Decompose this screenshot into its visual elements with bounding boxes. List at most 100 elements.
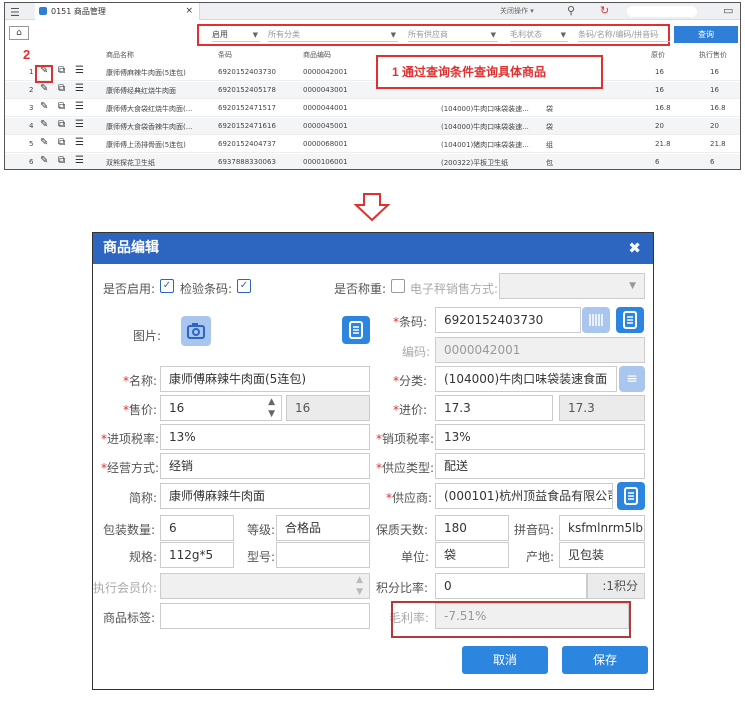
search-icon[interactable]: ⚲ [567,4,575,17]
refresh-icon[interactable]: ↻ [600,4,609,17]
pack-qty-input[interactable]: 6 [160,515,234,541]
table-row[interactable]: 2 康师傅经典红烧牛肉面 6920152405178 0000043001 16 16 ✎ ⧉… [5,82,740,99]
detail-icon[interactable]: ☰ [75,155,84,166]
document-icon[interactable] [342,316,370,344]
pencil-icon[interactable]: ✎ [40,137,48,148]
price: 16 [655,68,664,76]
status-select-value: 启用 [212,30,228,39]
supplier-select[interactable]: 所有供应商 ▼ [408,28,498,42]
document-icon[interactable] [616,307,644,333]
weigh-checkbox[interactable] [391,279,405,293]
origin-input[interactable]: 见包装 [559,542,645,568]
table-row[interactable]: 3 康师傅大食袋红烧牛肉面(... 6920152471517 0000044001 (… [5,100,740,117]
tab-product-management[interactable]: 0151 商品管理 × [35,3,200,20]
shelf-life-input[interactable]: 180 [435,515,509,541]
supplier-input[interactable]: (000101)杭州顶益食品有限公司上海 [435,483,613,509]
price-input[interactable]: 16 ▲ ▼ [160,395,282,421]
copy-icon[interactable]: ⧉ [58,101,65,112]
weigh-label: 是否称重: [334,282,387,296]
short-name-label: 简称: [129,491,158,505]
sale-price: 16 [710,68,719,76]
spec-input[interactable]: 112g*5 [160,542,234,568]
spinner-icon[interactable]: ▲ ▼ [268,396,275,420]
row-number: 2 [29,86,34,94]
category-label-text: 分类: [399,374,428,388]
folder-icon[interactable]: ⌂ [9,26,29,40]
supply-type-input[interactable]: 配送 [435,453,645,479]
copy-icon[interactable]: ⧉ [58,155,65,166]
out-tax-label: *销项税率: [376,430,434,447]
scale-mode-select[interactable]: ▼ [499,273,645,299]
spinner-icon: ▲ ▼ [356,575,363,597]
grade-input[interactable]: 合格品 [276,515,370,541]
price-label: *售价: [123,401,157,418]
detail-icon[interactable]: ☰ [75,101,84,112]
product-name: 康师傅大食袋香辣牛肉面(... [106,123,193,131]
barcode-scan-icon[interactable] [582,307,610,333]
edit-highlight [35,65,53,83]
keyword-search-input[interactable]: 条码/名称/编码/拼音码 [578,28,670,42]
detail-icon[interactable]: ☰ [75,119,84,130]
status-select[interactable]: 启用 ▼ [212,28,260,42]
product-tag-label: 商品标签: [103,611,156,625]
close-icon[interactable]: ✖ [628,233,641,264]
close-actions-menu[interactable]: 关闭操作 ▾ [500,3,534,20]
chevron-down-icon: ▼ [490,31,496,39]
col-price: 原价 [651,51,665,59]
table-row[interactable]: 1 康师傅麻辣牛肉面(5连包) 6920152403730 0000042001 16 1… [5,64,740,81]
table-row[interactable]: 5 康师傅上汤排骨面(5连包) 6920152404737 0000068001 (10… [5,136,740,153]
cost-input[interactable]: 17.3 [435,395,553,421]
origin-label: 产地: [526,550,555,564]
pencil-icon[interactable]: ✎ [40,119,48,130]
barcode-input[interactable]: 6920152403730 [435,307,581,333]
product-tag-input[interactable] [160,603,370,629]
short-name-input[interactable]: 康师傅麻辣牛肉面 [160,483,370,509]
product-code: 0000068001 [303,140,348,148]
detail-icon[interactable]: ☰ [75,137,84,148]
price-value: 16 [169,401,185,415]
save-button[interactable]: 保存 [562,646,648,674]
name-input[interactable]: 康师傅麻辣牛肉面(5连包) [160,366,370,392]
close-icon[interactable]: × [185,3,193,20]
category-select[interactable]: 所有分类 ▼ [268,28,398,42]
category-input[interactable]: (104000)牛肉口味袋装速食面 [435,366,617,392]
name-label-text: 名称: [129,374,158,388]
in-tax-input[interactable]: 13% [160,424,370,450]
camera-icon[interactable] [181,316,211,346]
query-button[interactable]: 查询 [674,26,738,43]
copy-icon[interactable]: ⧉ [58,83,65,94]
pinyin-input[interactable]: ksfmlnrm5lb [559,515,645,541]
enabled-checkbox[interactable]: ✓ [160,279,174,293]
detail-icon[interactable]: ☰ [75,65,84,76]
document-icon[interactable] [617,482,645,510]
cost-readonly: 17.3 [559,395,645,421]
copy-icon[interactable]: ⧉ [58,119,65,130]
pencil-icon[interactable]: ✎ [40,83,48,94]
chevron-down-icon: ▼ [252,31,258,39]
cancel-button[interactable]: 取消 [462,646,548,674]
global-search-box[interactable] [627,6,697,17]
monitor-icon[interactable]: ▭ [723,4,733,17]
check-barcode-checkbox[interactable]: ✓ [237,279,251,293]
table-row[interactable]: 4 康师傅大食袋香辣牛肉面(... 6920152471616 0000045001 (… [5,118,740,135]
biz-mode-label: *经营方式: [101,459,159,476]
list-icon[interactable]: ≡ [619,366,645,392]
biz-mode-input[interactable]: 经销 [160,453,370,479]
unit-input[interactable]: 袋 [435,542,509,568]
points-ratio-input[interactable]: 0 [435,573,587,599]
margin-status-select[interactable]: 毛利状态 ▼ [510,28,568,42]
pinyin-label: 拼音码: [514,523,555,537]
shelf-life-label: 保质天数: [376,523,429,537]
model-input[interactable] [276,542,370,568]
member-price-label: 执行会员价: [93,581,158,595]
detail-icon[interactable]: ☰ [75,83,84,94]
pencil-icon[interactable]: ✎ [40,155,48,166]
table-row[interactable]: 6 双熊探花卫生纸 6937888330063 0000106001 (200322)平… [5,154,740,169]
category-select-value: 所有分类 [268,30,300,39]
copy-icon[interactable]: ⧉ [58,137,65,148]
pencil-icon[interactable]: ✎ [40,101,48,112]
out-tax-input[interactable]: 13% [435,424,645,450]
product-name: 康师傅上汤排骨面(5连包) [106,141,186,149]
copy-icon[interactable]: ⧉ [58,65,65,76]
hamburger-icon[interactable]: ☰ [10,6,20,19]
